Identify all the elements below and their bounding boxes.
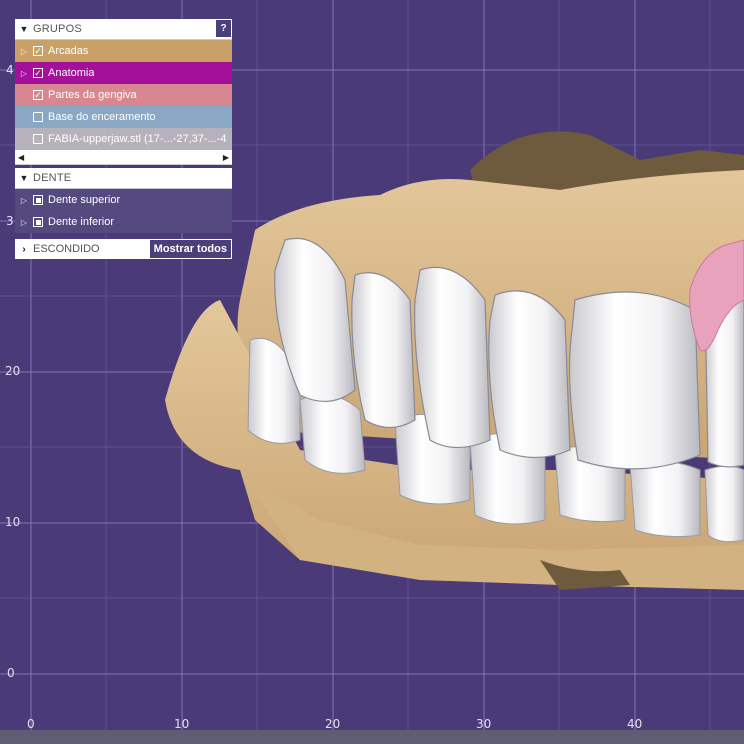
x-tick-30: 30 — [476, 717, 492, 731]
horizontal-scrollbar[interactable]: ◀ ▶ — [15, 150, 232, 165]
group-item-label: Arcadas — [48, 45, 89, 57]
chevron-down-icon[interactable]: ▼ — [15, 173, 33, 183]
group-item-stl-file[interactable]: FABIA-upperjaw.stl (17-...-27,37-...-47) — [15, 128, 232, 150]
show-all-button[interactable]: Mostrar todos — [149, 240, 231, 258]
group-item-label: FABIA-upperjaw.stl (17-...-27,37-...-47) — [48, 133, 226, 145]
y-tick-10: 10 — [5, 515, 21, 529]
chevron-down-icon[interactable]: ▼ — [15, 24, 33, 34]
y-tick-20: 20 — [5, 364, 21, 378]
group-item-base-enceramento[interactable]: Base do enceramento — [15, 106, 232, 128]
tooth-header[interactable]: ▼ DENTE — [15, 168, 232, 189]
group-item-anatomia[interactable]: ▷ ✓ Anatomia — [15, 62, 232, 84]
y-tick-partial-3: 3 — [6, 214, 14, 228]
checkbox[interactable] — [33, 112, 43, 122]
checkbox[interactable]: ✓ — [33, 46, 43, 56]
tooth-item-label: Dente superior — [48, 194, 121, 206]
group-item-arcadas[interactable]: ▷ ✓ Arcadas — [15, 40, 232, 62]
x-tick-20: 20 — [325, 717, 341, 731]
group-item-label: Base do enceramento — [48, 111, 156, 123]
chevron-right-icon[interactable]: › — [15, 244, 33, 255]
status-bar — [0, 730, 744, 744]
expand-arrow-icon[interactable]: ▷ — [15, 196, 33, 205]
y-tick-0: 0 — [7, 666, 15, 680]
scroll-right-icon[interactable]: ▶ — [223, 153, 229, 162]
x-tick-40: 40 — [627, 717, 643, 731]
scroll-left-icon[interactable]: ◀ — [18, 153, 24, 162]
groups-panel: ▼ GRUPOS ? ▷ ✓ Arcadas ▷ ✓ Anatomia ✓ Pa… — [15, 19, 232, 259]
tooth-item-label: Dente inferior — [48, 216, 115, 228]
hidden-title: ESCONDIDO — [33, 243, 100, 255]
group-item-label: Anatomia — [48, 67, 95, 79]
tooth-item-inferior[interactable]: ▷ Dente inferior — [15, 211, 232, 233]
checkbox[interactable] — [33, 134, 43, 144]
x-tick-0: 0 — [27, 717, 35, 731]
hidden-header[interactable]: › ESCONDIDO Mostrar todos — [15, 239, 232, 259]
checkbox[interactable]: ✓ — [33, 90, 43, 100]
tooth-title: DENTE — [33, 172, 72, 184]
expand-arrow-icon[interactable]: ▷ — [15, 47, 33, 56]
y-tick-partial-4: 4 — [6, 63, 14, 77]
tooth-item-superior[interactable]: ▷ Dente superior — [15, 189, 232, 211]
groups-title: GRUPOS — [33, 23, 82, 35]
checkbox[interactable] — [33, 195, 43, 205]
checkbox[interactable] — [33, 217, 43, 227]
group-item-label: Partes da gengiva — [48, 89, 137, 101]
3d-viewport[interactable]: 0 10 20 30 40 20 10 0 4 3 ▼ GRUPOS ? ▷ ✓… — [0, 0, 744, 744]
group-item-partes-gengiva[interactable]: ✓ Partes da gengiva — [15, 84, 232, 106]
checkbox[interactable]: ✓ — [33, 68, 43, 78]
help-button[interactable]: ? — [216, 20, 231, 37]
expand-arrow-icon[interactable]: ▷ — [15, 69, 33, 78]
groups-header[interactable]: ▼ GRUPOS ? — [15, 19, 232, 40]
expand-arrow-icon[interactable]: ▷ — [15, 218, 33, 227]
x-tick-10: 10 — [174, 717, 190, 731]
